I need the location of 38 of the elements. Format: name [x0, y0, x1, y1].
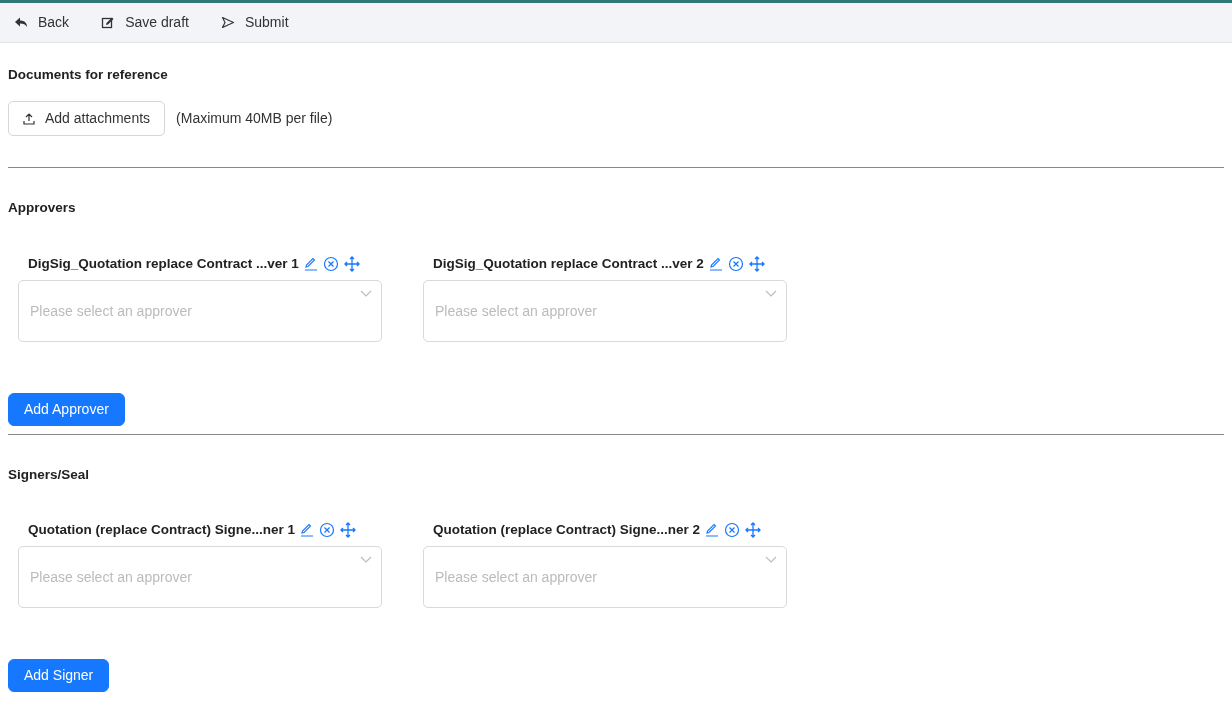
- section-title: Signers/Seal: [8, 465, 91, 484]
- approver-select[interactable]: Please select an approver: [423, 279, 787, 342]
- pencil-icon[interactable]: [300, 523, 315, 538]
- add-attachments-button[interactable]: Add attachments: [8, 101, 166, 137]
- toolbar-button[interactable]: Submit: [220, 12, 289, 33]
- toolbar-button[interactable]: Save draft: [101, 12, 189, 33]
- pencil-icon[interactable]: [708, 256, 723, 271]
- edit-icon: [101, 16, 116, 29]
- close-icon[interactable]: [724, 522, 741, 539]
- add-button[interactable]: Add Approver: [8, 392, 125, 426]
- chevron-down-icon: [765, 289, 777, 297]
- pencil-icon[interactable]: [705, 523, 720, 538]
- chevron-down-icon: [765, 556, 777, 564]
- move-icon[interactable]: [748, 255, 765, 272]
- slot-title: Quotation (replace Contract) Signe...ner 2: [433, 521, 701, 539]
- pencil-icon[interactable]: [303, 256, 318, 271]
- slot-title: Quotation (replace Contract) Signe...ner 1: [28, 521, 296, 539]
- add-button[interactable]: Add Signer: [8, 659, 110, 693]
- close-icon[interactable]: [322, 255, 339, 272]
- approver-select[interactable]: Please select an approver: [18, 279, 382, 342]
- approver-select[interactable]: Please select an approver: [423, 546, 787, 609]
- file-size-note: (Maximum 40MB per file): [176, 109, 333, 129]
- toolbar-button[interactable]: Back: [14, 12, 70, 33]
- back-arrow-icon: [14, 16, 28, 29]
- move-icon[interactable]: [745, 522, 762, 539]
- upload-icon: [23, 112, 35, 125]
- chevron-down-icon: [360, 556, 372, 564]
- approver-select[interactable]: Please select an approver: [18, 546, 382, 609]
- move-icon[interactable]: [343, 255, 360, 272]
- close-icon[interactable]: [319, 522, 336, 539]
- move-icon[interactable]: [340, 522, 357, 539]
- chevron-down-icon: [360, 289, 372, 297]
- section-title: Approvers: [8, 199, 77, 218]
- send-icon: [220, 16, 235, 29]
- slot-title: DigSig_Quotation replace Contract ...ver 2: [433, 254, 704, 273]
- close-icon[interactable]: [727, 255, 744, 272]
- slot-title: DigSig_Quotation replace Contract ...ver 1: [28, 254, 299, 273]
- section-title: Documents for reference: [8, 66, 169, 84]
